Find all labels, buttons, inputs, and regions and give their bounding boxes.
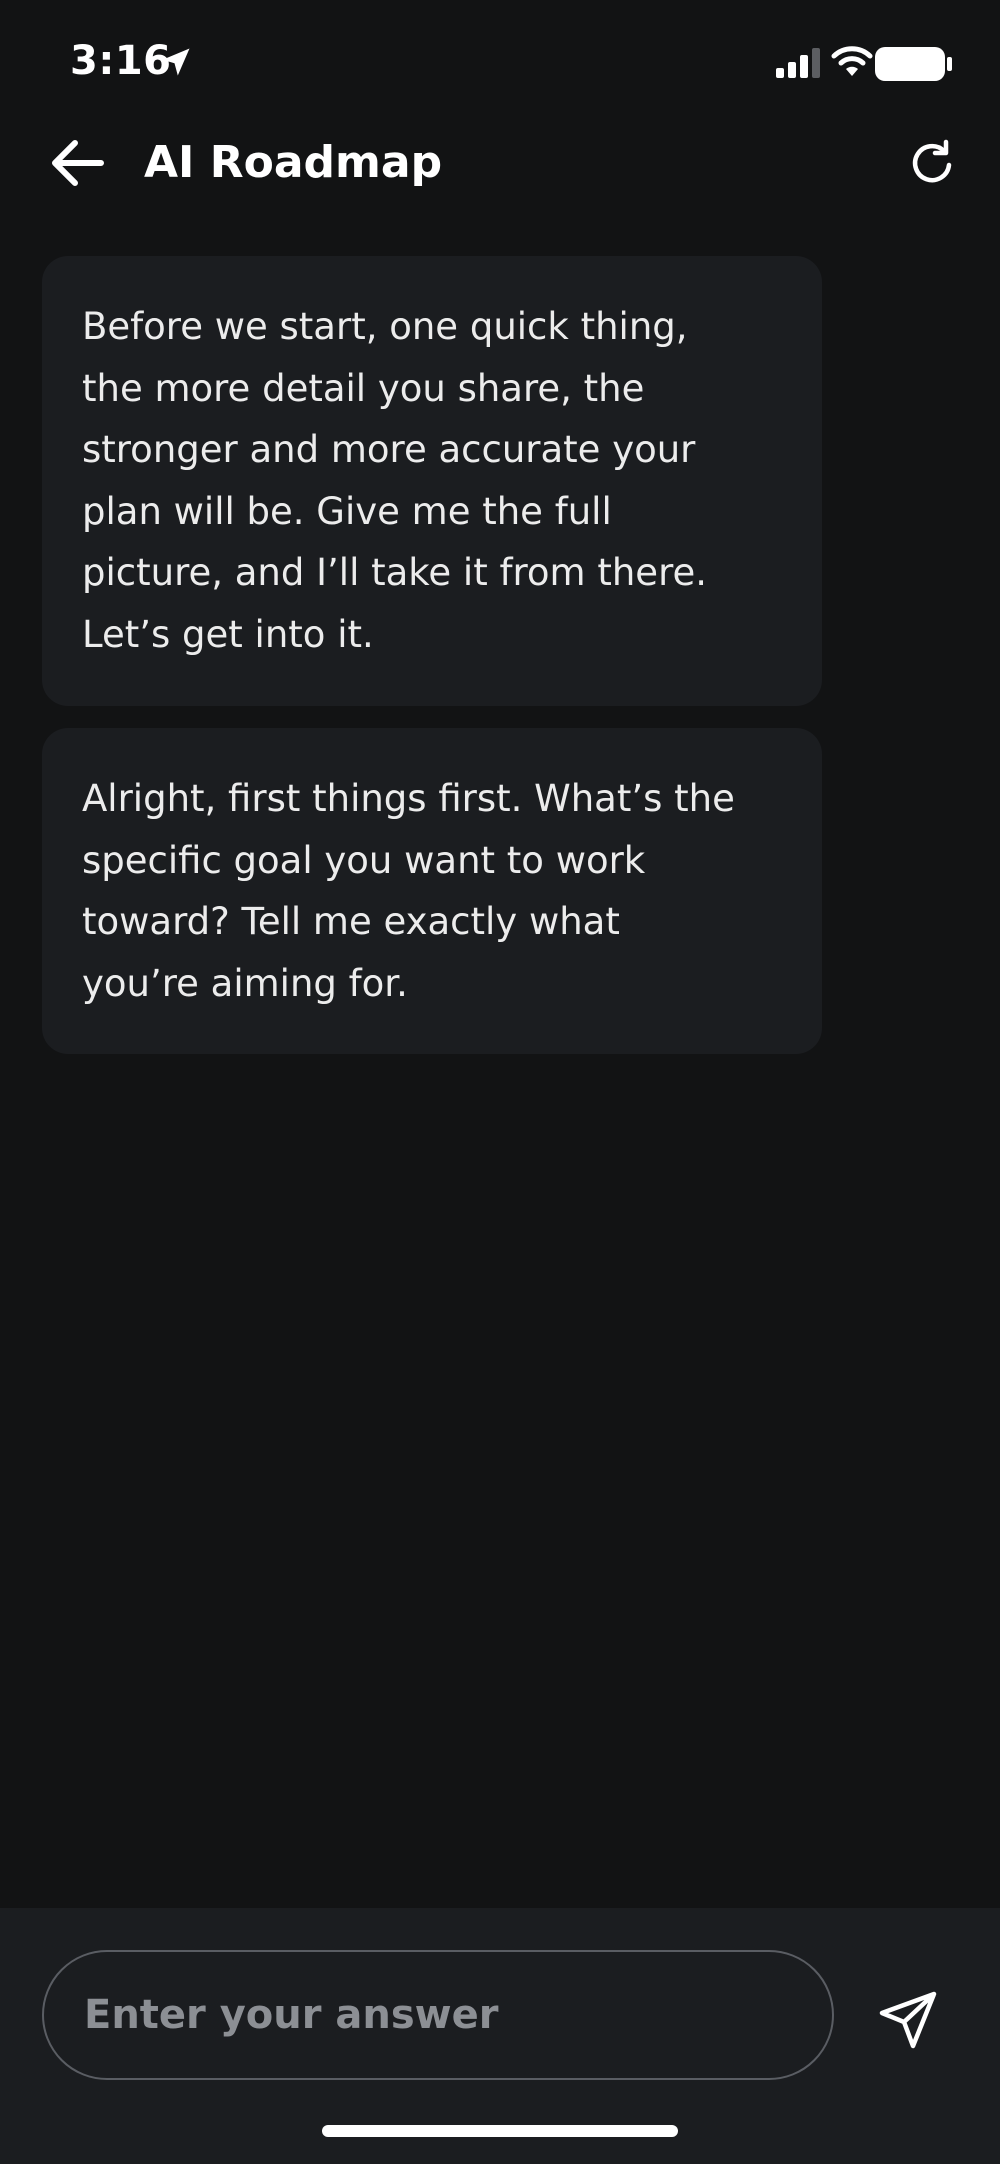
answer-input[interactable] xyxy=(42,1950,834,2080)
app-header: AI Roadmap xyxy=(0,120,1000,240)
status-bar: 3:16 xyxy=(0,0,1000,120)
location-arrow-icon xyxy=(162,48,190,76)
refresh-icon xyxy=(912,139,952,183)
wifi-icon xyxy=(831,46,873,76)
back-button[interactable] xyxy=(44,130,110,196)
composer-bar xyxy=(0,1908,1000,2164)
refresh-button[interactable] xyxy=(900,130,966,196)
screen: 3:16 AI Roadmap Before we start, one qui… xyxy=(0,0,1000,2164)
message-text: Alright, first things first. What’s the … xyxy=(82,777,735,1005)
message-text: Before we start, one quick thing, the mo… xyxy=(82,305,707,656)
cellular-signal-icon xyxy=(776,48,820,78)
assistant-message: Before we start, one quick thing, the mo… xyxy=(42,256,822,706)
status-time: 3:16 xyxy=(70,38,172,84)
battery-icon xyxy=(875,47,952,81)
assistant-message: Alright, first things first. What’s the … xyxy=(42,728,822,1054)
send-button[interactable] xyxy=(868,1980,948,2060)
page-title: AI Roadmap xyxy=(144,137,443,188)
home-indicator xyxy=(322,2125,678,2137)
arrow-left-icon xyxy=(52,140,104,186)
send-icon xyxy=(879,1991,937,2049)
chat-thread: Before we start, one quick thing, the mo… xyxy=(0,250,1000,1900)
